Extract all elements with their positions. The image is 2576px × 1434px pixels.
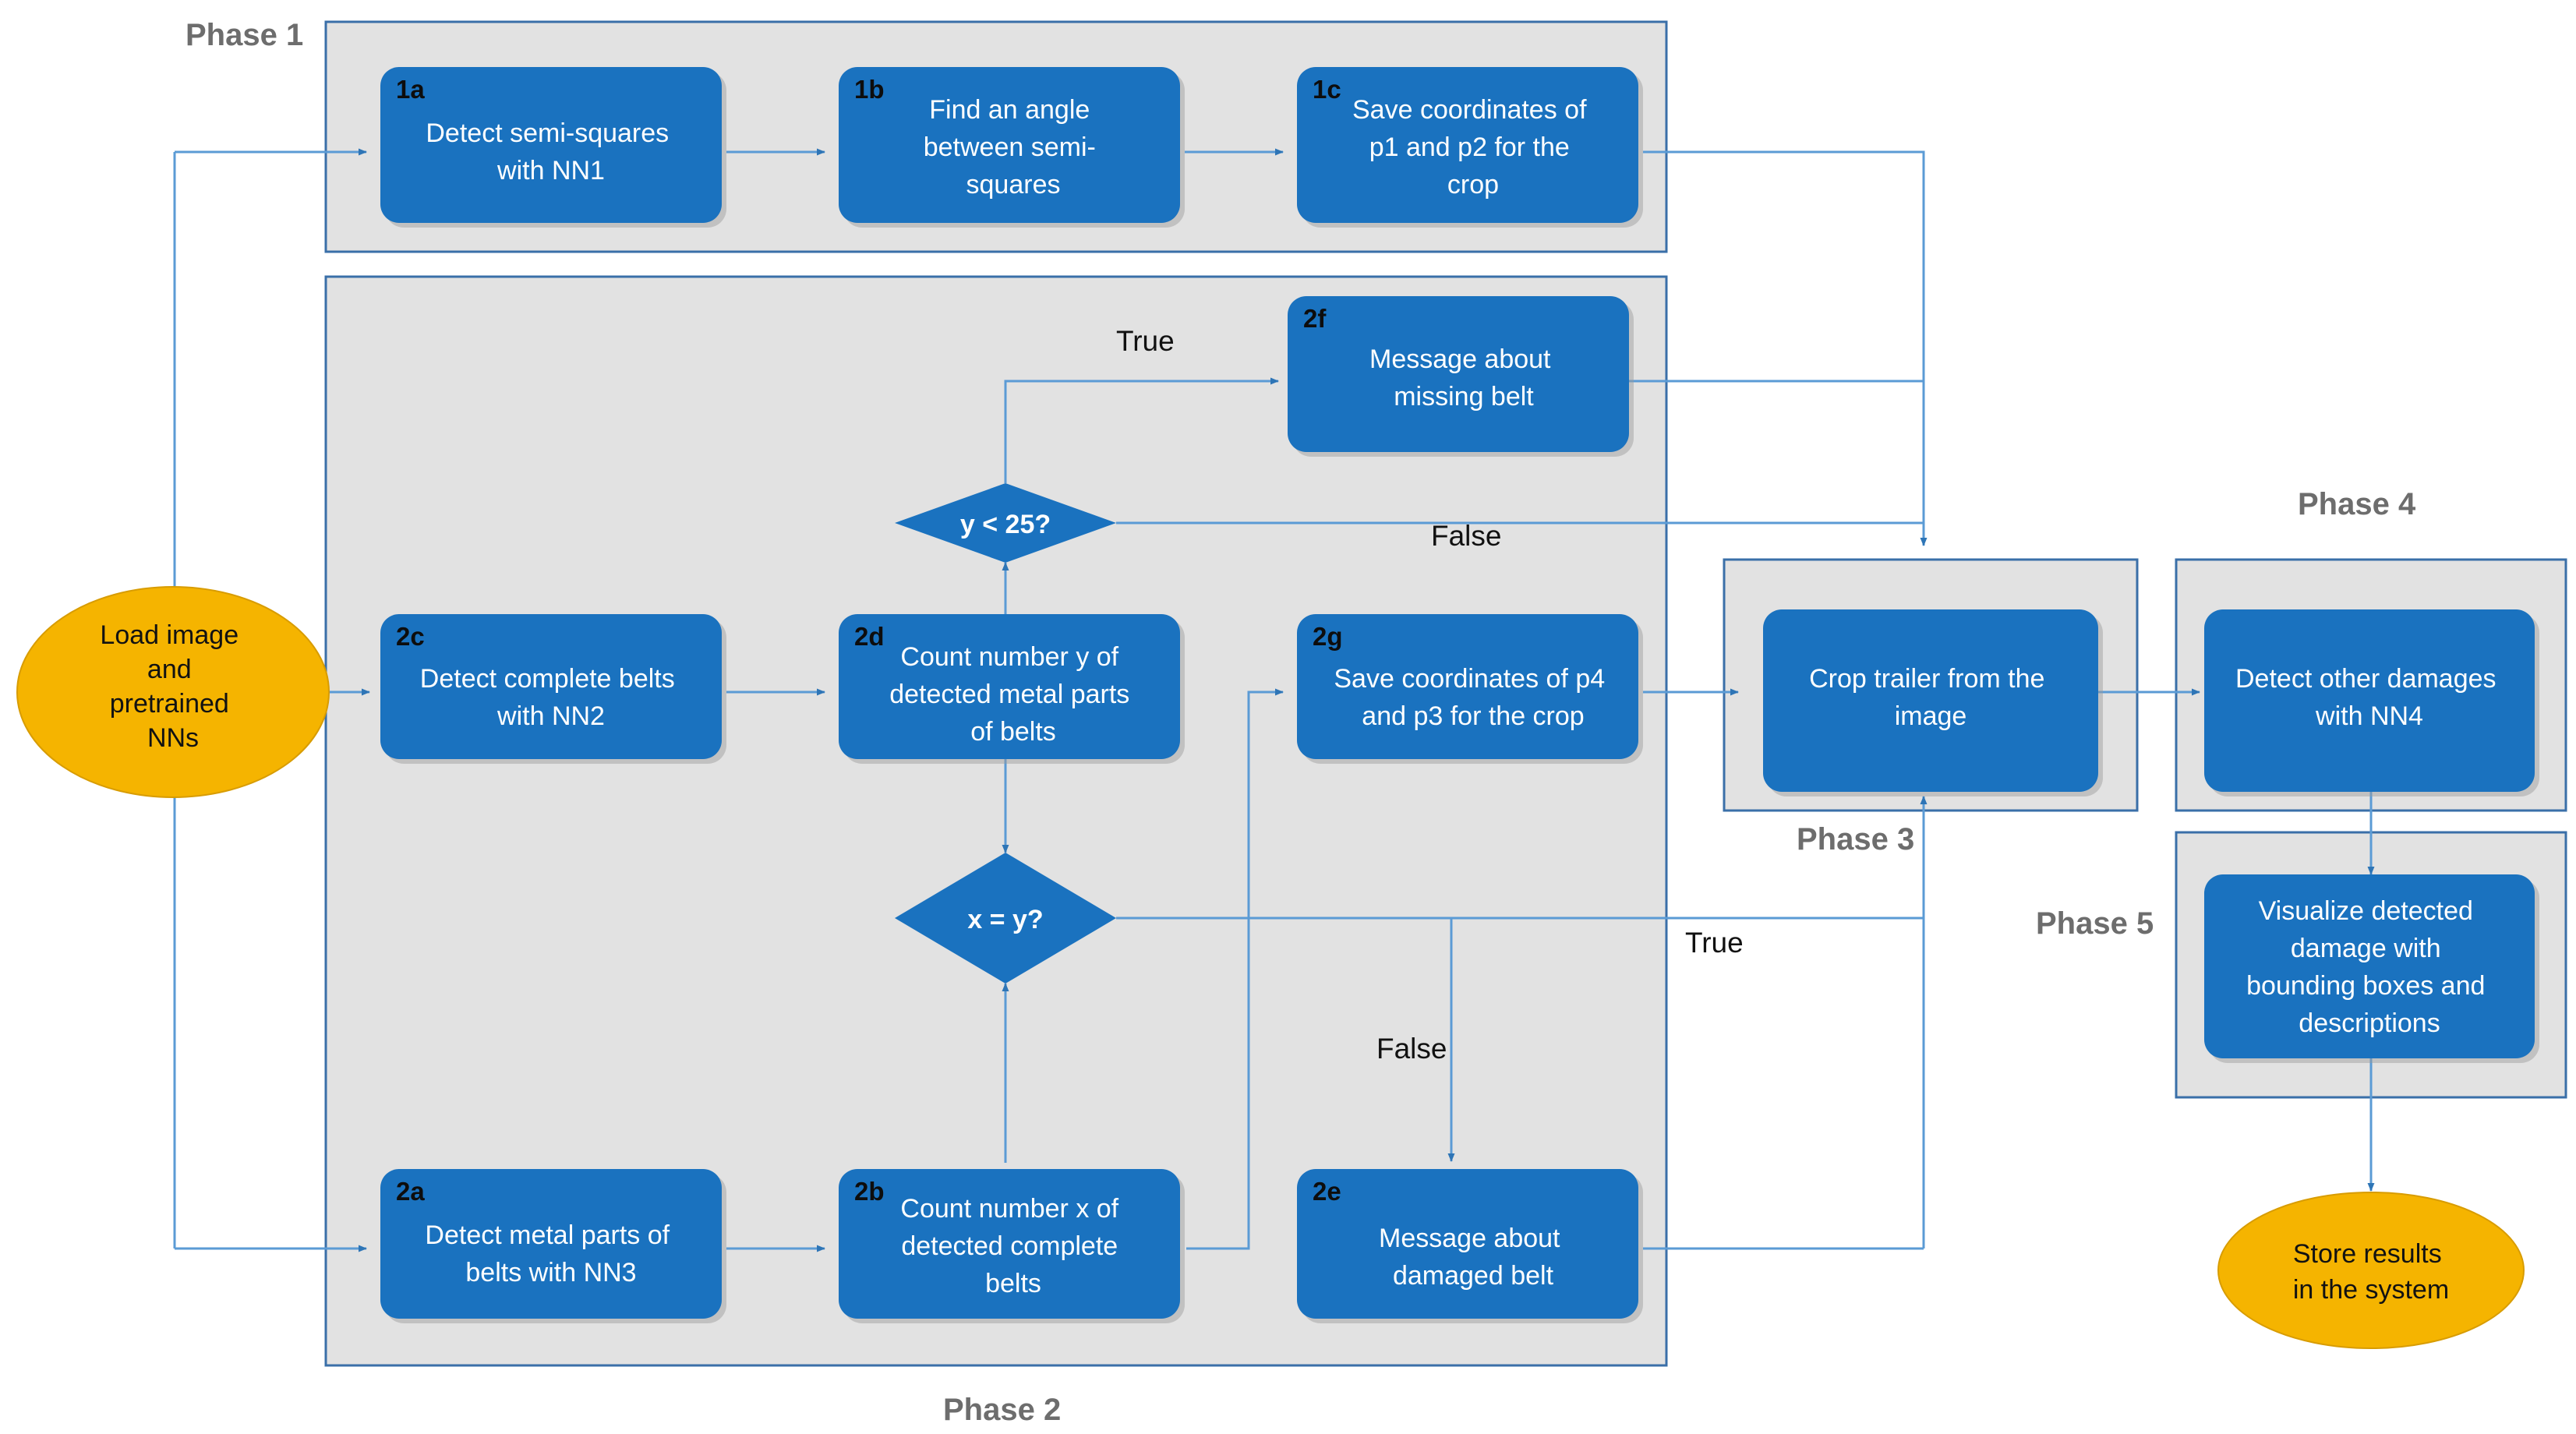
node-viz-line-1: damage with (2291, 934, 2441, 963)
phase-label-phase3: Phase 3 (1797, 822, 1914, 857)
node-1c-line-1: p1 and p2 for the (1369, 132, 1570, 162)
node-tag-2g: 2g (1313, 622, 1343, 651)
start-line-0: Load image (100, 620, 239, 650)
phase-label-phase2: Phase 2 (943, 1393, 1061, 1427)
terminator-start[interactable]: Load image and pretrained NNs (16, 586, 330, 798)
node-tag-1b: 1b (854, 75, 885, 104)
decision-y25-label: y < 25? (960, 510, 1051, 539)
node-2c-line-1: with NN2 (496, 701, 605, 731)
start-line-2: pretrained (110, 689, 229, 719)
node-tag-2e: 2e (1313, 1177, 1341, 1206)
process-node-visualize-damage[interactable]: Visualize detected damage with bounding … (2204, 874, 2539, 1063)
node-nn4-line-1: with NN4 (2315, 701, 2423, 731)
edge-label-true-y25: True (1116, 325, 1175, 357)
node-tag-2b: 2b (854, 1177, 885, 1206)
process-node-2g[interactable]: 2g Save coordinates of p4 and p3 for the… (1297, 614, 1643, 764)
node-2e-line-0: Message about (1379, 1224, 1560, 1253)
node-tag-1a: 1a (396, 75, 425, 104)
node-2g-line-1: and p3 for the crop (1362, 701, 1584, 731)
node-tag-2d: 2d (854, 622, 885, 651)
node-2e-line-1: damaged belt (1393, 1261, 1554, 1291)
process-node-2a[interactable]: 2a Detect metal parts of belts with NN3 (380, 1169, 726, 1323)
process-node-crop-trailer[interactable]: Crop trailer from the image (1763, 609, 2103, 796)
node-1c-line-2: crop (1447, 170, 1499, 200)
edge-label-false-y25: False (1431, 520, 1501, 552)
process-node-detect-other-damages[interactable]: Detect other damages with NN4 (2204, 609, 2539, 796)
flowchart-svg: Phase 1 Phase 2 Phase 3 Phase 4 Phase 5 (16, 18, 2567, 1427)
process-node-2b[interactable]: 2b Count number x of detected complete b… (839, 1169, 1185, 1323)
node-1b-line-0: Find an angle (929, 95, 1090, 125)
node-1b-line-1: between semi- (924, 132, 1096, 162)
end-line-1: in the system (2293, 1275, 2449, 1305)
node-crop-line-0: Crop trailer from the (1809, 664, 2044, 694)
node-2a-line-0: Detect metal parts of (425, 1220, 670, 1250)
node-tag-2a: 2a (396, 1177, 425, 1206)
phase-label-phase4: Phase 4 (2298, 487, 2416, 521)
node-nn4-line-0: Detect other damages (2235, 664, 2496, 694)
flowchart-canvas: Phase 1 Phase 2 Phase 3 Phase 4 Phase 5 (0, 0, 2576, 1434)
process-node-2e[interactable]: 2e Message about damaged belt (1297, 1169, 1643, 1323)
process-node-1a[interactable]: 1a Detect semi-squares with NN1 (380, 67, 726, 228)
process-node-2c[interactable]: 2c Detect complete belts with NN2 (380, 614, 726, 764)
node-1c-line-0: Save coordinates of (1352, 95, 1587, 125)
node-crop-line-1: image (1895, 701, 1967, 731)
node-2a-line-1: belts with NN3 (465, 1258, 636, 1287)
node-viz-line-2: bounding boxes and (2246, 971, 2485, 1001)
node-2d-line-0: Count number y of (900, 642, 1118, 672)
edge-label-true-xy: True (1685, 927, 1744, 959)
node-tag-2c: 2c (396, 622, 425, 651)
end-line-0: Store results (2293, 1239, 2442, 1269)
node-2f-line-0: Message about (1369, 344, 1551, 374)
process-node-1b[interactable]: 1b Find an angle between semi- squares (839, 67, 1185, 228)
node-tag-2f: 2f (1303, 304, 1327, 333)
node-2b-line-1: detected complete (901, 1231, 1118, 1261)
edge-label-false-xy: False (1376, 1033, 1447, 1065)
decision-xy-label: x = y? (967, 905, 1043, 934)
start-line-1: and (147, 655, 192, 684)
start-line-3: NNs (147, 723, 199, 753)
node-2g-line-0: Save coordinates of p4 (1334, 664, 1605, 694)
terminator-store-results[interactable]: Store results in the system (2217, 1192, 2525, 1349)
edge-1c-to-crop (1643, 150, 1928, 546)
process-node-2f[interactable]: 2f Message about missing belt (1288, 296, 1634, 457)
phase-label-phase5: Phase 5 (2036, 906, 2154, 941)
node-2b-line-0: Count number x of (900, 1194, 1118, 1224)
phase-label-phase1: Phase 1 (186, 18, 303, 52)
node-1b-line-2: squares (966, 170, 1061, 200)
node-tag-1c: 1c (1313, 75, 1341, 104)
node-viz-line-3: descriptions (2299, 1008, 2440, 1038)
node-viz-line-0: Visualize detected (2259, 896, 2473, 926)
node-2f-line-1: missing belt (1394, 382, 1534, 411)
node-1a-line-0: Detect semi-squares (426, 118, 669, 148)
process-node-1c[interactable]: 1c Save coordinates of p1 and p2 for the… (1297, 67, 1643, 228)
node-2d-line-2: of belts (970, 717, 1056, 747)
node-1a-line-1: with NN1 (496, 156, 605, 185)
process-node-2d[interactable]: 2d Count number y of detected metal part… (839, 614, 1185, 764)
node-2d-line-1: detected metal parts (889, 680, 1129, 709)
node-2b-line-2: belts (985, 1269, 1041, 1298)
node-2c-line-0: Detect complete belts (420, 664, 675, 694)
